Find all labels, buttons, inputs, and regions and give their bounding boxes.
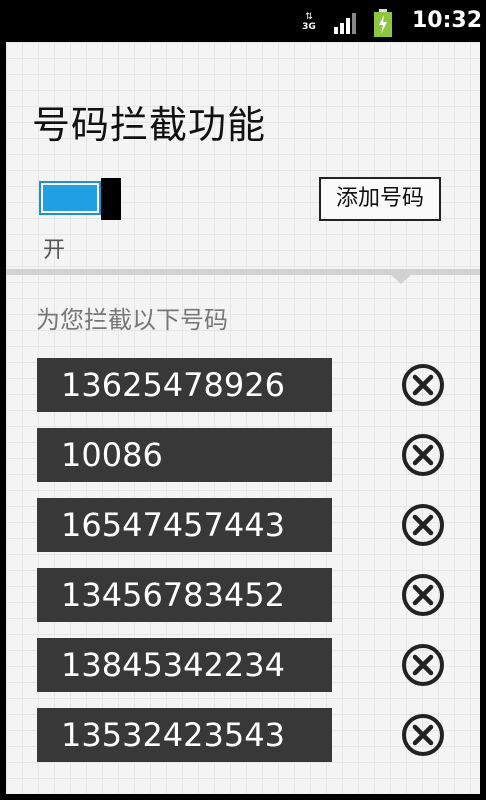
list-item: 10086 bbox=[6, 428, 480, 484]
app-screen: 号码拦截功能 开 添加号码 为您拦截以下号码 13625478926 10086 bbox=[6, 42, 480, 794]
blocked-number: 13845342234 bbox=[37, 638, 332, 692]
circle-x-icon[interactable] bbox=[400, 362, 446, 408]
blocked-number: 13625478926 bbox=[37, 358, 332, 412]
blocked-number: 13456783452 bbox=[37, 568, 332, 622]
list-item: 13456783452 bbox=[6, 568, 480, 624]
list-item: 16547457443 bbox=[6, 498, 480, 554]
battery-charging-icon bbox=[374, 9, 392, 37]
circle-x-icon[interactable] bbox=[400, 642, 446, 688]
add-number-button[interactable]: 添加号码 bbox=[319, 177, 441, 221]
status-bar: ⇅ 3G 10:32 bbox=[0, 0, 486, 42]
toggle-state-label: 开 bbox=[43, 238, 66, 263]
page-title: 号码拦截功能 bbox=[32, 103, 267, 147]
list-item: 13625478926 bbox=[6, 358, 480, 414]
blocked-number: 16547457443 bbox=[37, 498, 332, 552]
block-toggle-switch[interactable] bbox=[39, 178, 123, 220]
3g-icon: ⇅ 3G bbox=[298, 12, 320, 34]
circle-x-icon[interactable] bbox=[400, 502, 446, 548]
blocked-number: 10086 bbox=[37, 428, 332, 482]
clock: 10:32 bbox=[412, 8, 483, 33]
signal-icon bbox=[334, 13, 356, 34]
toggle-thumb[interactable] bbox=[101, 178, 121, 220]
list-item: 13532423543 bbox=[6, 708, 480, 764]
toggle-fill bbox=[43, 185, 97, 211]
circle-x-icon[interactable] bbox=[400, 572, 446, 618]
blocked-list-heading: 为您拦截以下号码 bbox=[36, 306, 228, 334]
divider-notch bbox=[391, 275, 411, 284]
circle-x-icon[interactable] bbox=[400, 432, 446, 478]
network-type: 3G bbox=[302, 22, 316, 32]
circle-x-icon[interactable] bbox=[400, 712, 446, 758]
blocked-number: 13532423543 bbox=[37, 708, 332, 762]
list-item: 13845342234 bbox=[6, 638, 480, 694]
